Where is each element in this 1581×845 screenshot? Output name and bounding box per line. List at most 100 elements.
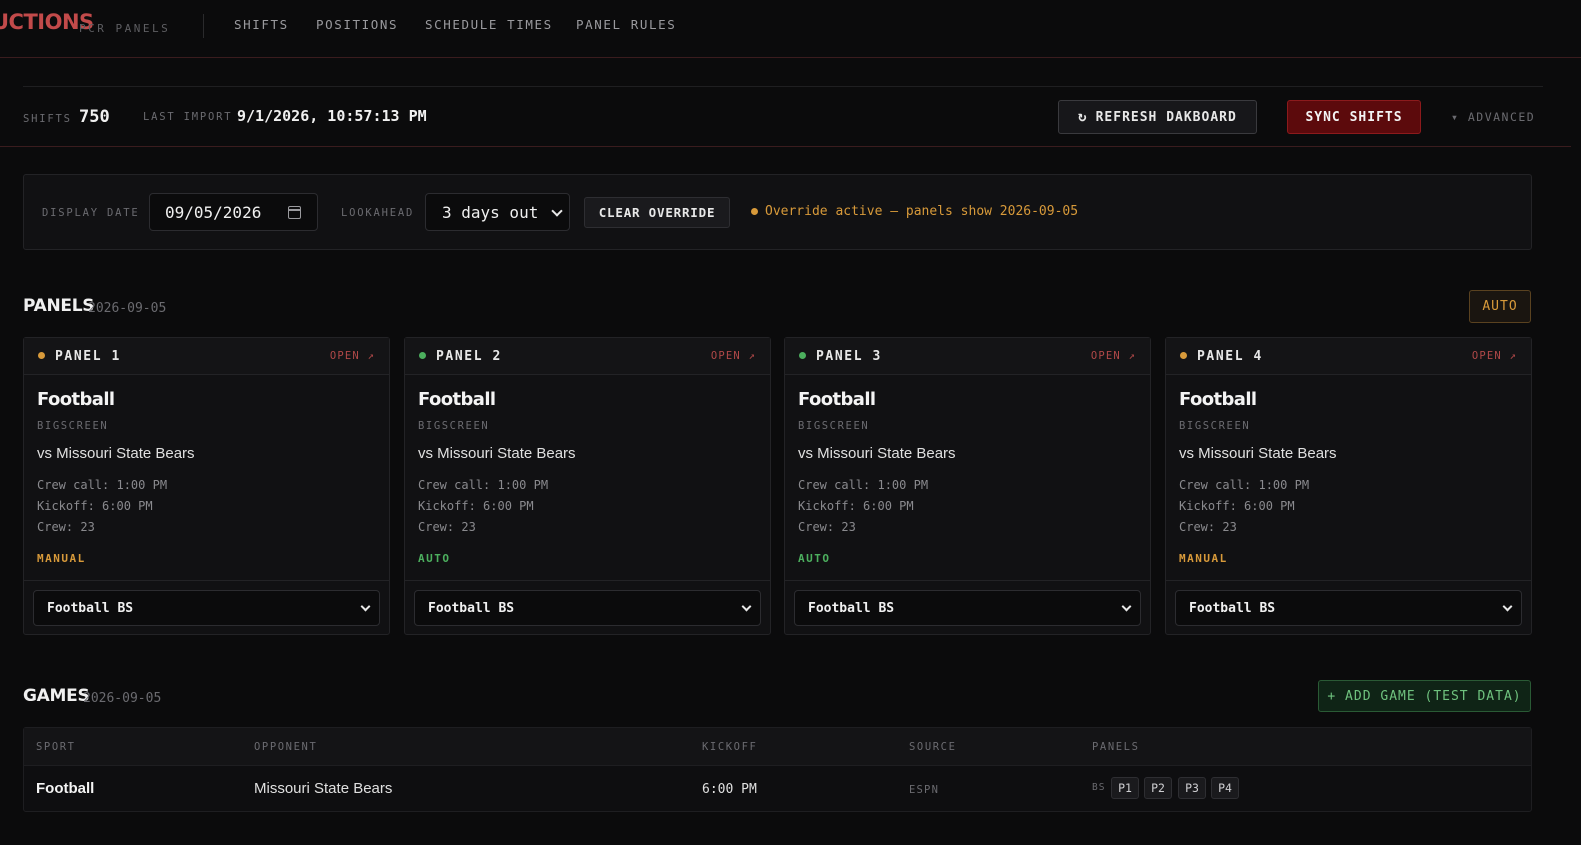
panel-open-link[interactable]: OPEN ↗ [711, 350, 756, 362]
panel-opponent: vs Missouri State Bears [1179, 445, 1337, 462]
panel-preset-value: Football BS [1189, 600, 1276, 616]
chevron-down-icon [1502, 601, 1513, 612]
status-dot-icon [419, 352, 426, 359]
panel-sport: Football [37, 389, 115, 410]
panel-sport: Football [798, 389, 876, 410]
date-override-box: DISPLAY DATE 09/05/2026 LOOKAHEAD 3 days… [23, 174, 1532, 250]
nav-schedule-times[interactable]: SCHEDULE TIMES [425, 17, 553, 32]
override-status: Override active — panels show 2026-09-05 [751, 204, 1078, 219]
panel-card-3: PANEL 3 OPEN ↗ Football BIGSCREEN vs Missour… [784, 337, 1151, 635]
panel-mode: MANUAL [37, 552, 86, 565]
chevron-down-icon [1121, 601, 1132, 612]
panel-crew: Crew: 23 [418, 520, 476, 534]
panel-divider [785, 580, 1150, 581]
lookahead-label: LOOKAHEAD [341, 207, 415, 219]
auto-mode-button[interactable]: AUTO [1469, 290, 1531, 323]
panel-sport: Football [1179, 389, 1257, 410]
col-sport: SPORT [36, 741, 76, 753]
status-dot-icon [751, 208, 758, 215]
game-kickoff: 6:00 PM [702, 782, 757, 797]
panel-preset-value: Football BS [808, 600, 895, 616]
panel-name: PANEL 1 [55, 349, 121, 364]
display-date-value: 09/05/2026 [165, 202, 262, 222]
panel-preset-value: Football BS [47, 600, 134, 616]
panel-crew-call: Crew call: 1:00 PM [1179, 478, 1310, 492]
games-title: GAMES [23, 686, 90, 706]
games-date: 2026-09-05 [83, 691, 162, 706]
panel-header: PANEL 2 OPEN ↗ [405, 338, 770, 375]
panel-crew: Crew: 23 [798, 520, 856, 534]
panel-mode: MANUAL [1179, 552, 1228, 565]
table-row[interactable]: Football Missouri State Bears 6:00 PM ES… [24, 766, 1531, 812]
refresh-dakboard-label: REFRESH DAKBOARD [1095, 109, 1237, 125]
panel-open-link[interactable]: OPEN ↗ [1091, 350, 1136, 362]
panel-venue: BIGSCREEN [37, 420, 109, 432]
panel-chip-p1[interactable]: P1 [1111, 777, 1139, 799]
panel-kickoff: Kickoff: 6:00 PM [1179, 499, 1295, 513]
games-table: SPORT OPPONENT KICKOFF SOURCE PANELS Foo… [23, 727, 1532, 812]
panel-mode: AUTO [418, 552, 451, 565]
panel-crew-call: Crew call: 1:00 PM [418, 478, 549, 492]
last-import-label: LAST IMPORT [143, 111, 233, 123]
panel-crew-call: Crew call: 1:00 PM [798, 478, 929, 492]
nav-divider [203, 14, 204, 38]
panel-preset-select[interactable]: Football BS [414, 590, 761, 626]
panel-group-label: BS [1092, 782, 1106, 793]
panels-title: PANELS [23, 296, 95, 316]
panel-header: PANEL 3 OPEN ↗ [785, 338, 1150, 375]
panel-open-link[interactable]: OPEN ↗ [1472, 350, 1517, 362]
shifts-count-value: 750 [79, 107, 110, 127]
nav-positions[interactable]: POSITIONS [316, 17, 398, 32]
chevron-down-icon [551, 205, 563, 217]
status-dot-icon [38, 352, 45, 359]
brand-subtitle: PCR PANELS [79, 22, 171, 35]
panel-kickoff: Kickoff: 6:00 PM [418, 499, 534, 513]
panel-chip-p2[interactable]: P2 [1144, 777, 1172, 799]
status-dot-icon [1180, 352, 1187, 359]
panel-venue: BIGSCREEN [418, 420, 490, 432]
panel-kickoff: Kickoff: 6:00 PM [798, 499, 914, 513]
panel-venue: BIGSCREEN [1179, 420, 1251, 432]
clear-override-button[interactable]: CLEAR OVERRIDE [584, 197, 730, 228]
lookahead-select[interactable]: 3 days out [425, 193, 570, 231]
panel-header: PANEL 1 OPEN ↗ [24, 338, 389, 375]
lookahead-value: 3 days out [442, 202, 539, 222]
game-opponent: Missouri State Bears [254, 780, 393, 797]
stats-bar: SHIFTS 750 LAST IMPORT 9/1/2026, 10:57:1… [23, 86, 1543, 147]
panel-card-1: PANEL 1 OPEN ↗ Football BIGSCREEN vs Missour… [23, 337, 390, 635]
sync-shifts-button[interactable]: SYNC SHIFTS [1287, 100, 1421, 134]
chevron-down-icon [741, 601, 752, 612]
refresh-icon: ↻ [1078, 109, 1088, 125]
advanced-toggle[interactable]: ▾ ADVANCED [1451, 110, 1535, 124]
panel-name: PANEL 4 [1197, 349, 1263, 364]
panel-chip-p3[interactable]: P3 [1178, 777, 1206, 799]
panel-chip-p4[interactable]: P4 [1211, 777, 1239, 799]
panel-preset-select[interactable]: Football BS [794, 590, 1141, 626]
calendar-icon[interactable] [288, 206, 301, 219]
panel-opponent: vs Missouri State Bears [418, 445, 576, 462]
col-panels: PANELS [1092, 741, 1140, 753]
panel-divider [405, 580, 770, 581]
panel-crew-call: Crew call: 1:00 PM [37, 478, 168, 492]
panel-preset-value: Football BS [428, 600, 515, 616]
refresh-dakboard-button[interactable]: ↻ REFRESH DAKBOARD [1058, 100, 1257, 134]
panels-date: 2026-09-05 [88, 301, 167, 316]
add-game-button[interactable]: + ADD GAME (TEST DATA) [1318, 680, 1531, 712]
panel-name: PANEL 3 [816, 349, 882, 364]
stats-divider [0, 146, 1571, 147]
panel-preset-select[interactable]: Football BS [1175, 590, 1522, 626]
nav-panel-rules[interactable]: PANEL RULES [576, 17, 676, 32]
shifts-count-label: SHIFTS [23, 113, 72, 125]
chevron-down-icon [360, 601, 371, 612]
nav-shifts[interactable]: SHIFTS [234, 17, 289, 32]
panel-open-link[interactable]: OPEN ↗ [330, 350, 375, 362]
override-status-text: Override active — panels show 2026-09-05 [765, 204, 1079, 219]
panel-sport: Football [418, 389, 496, 410]
panel-preset-select[interactable]: Football BS [33, 590, 380, 626]
game-source: ESPN [909, 784, 940, 796]
last-import-value: 9/1/2026, 10:57:13 PM [237, 107, 427, 125]
col-source: SOURCE [909, 741, 957, 753]
panel-card-4: PANEL 4 OPEN ↗ Football BIGSCREEN vs Missour… [1165, 337, 1532, 635]
display-date-input[interactable]: 09/05/2026 [149, 193, 318, 231]
panel-header: PANEL 4 OPEN ↗ [1166, 338, 1531, 375]
